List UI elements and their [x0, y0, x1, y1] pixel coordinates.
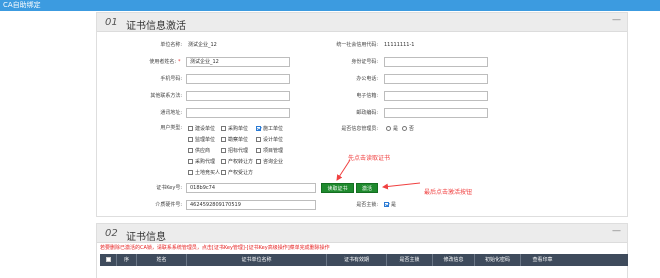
- select-all-checkbox[interactable]: [100, 254, 116, 266]
- section-title: 证书信息: [126, 232, 166, 243]
- section-number: 02: [105, 228, 118, 239]
- column-header: 查看印章: [520, 254, 564, 266]
- column-header: 初始化密码: [474, 254, 520, 266]
- column-header: 是否主锁: [386, 254, 432, 266]
- panel-header: 02 证书信息 —: [97, 224, 627, 243]
- checkbox-box: [105, 257, 111, 262]
- cert-table-header: 序 姓名 证书单位名称 证书有效期 是否主锁 修改信息 初始化密码 查看印章: [100, 254, 628, 266]
- column-header: 姓名: [136, 254, 186, 266]
- column-header: 证书单位名称: [186, 254, 326, 266]
- arrow-to-activate-button: [382, 182, 421, 190]
- column-header: 修改信息: [432, 254, 474, 266]
- collapse-button[interactable]: —: [612, 226, 621, 236]
- arrow-to-read-button: [336, 159, 351, 181]
- column-header: 序: [116, 254, 136, 266]
- delete-warning-text: 若要删除已激活的CA锁，请联系系统管理员，点击[证书Key管理]-[证书Key高…: [100, 245, 330, 251]
- column-header: 证书有效期: [326, 254, 386, 266]
